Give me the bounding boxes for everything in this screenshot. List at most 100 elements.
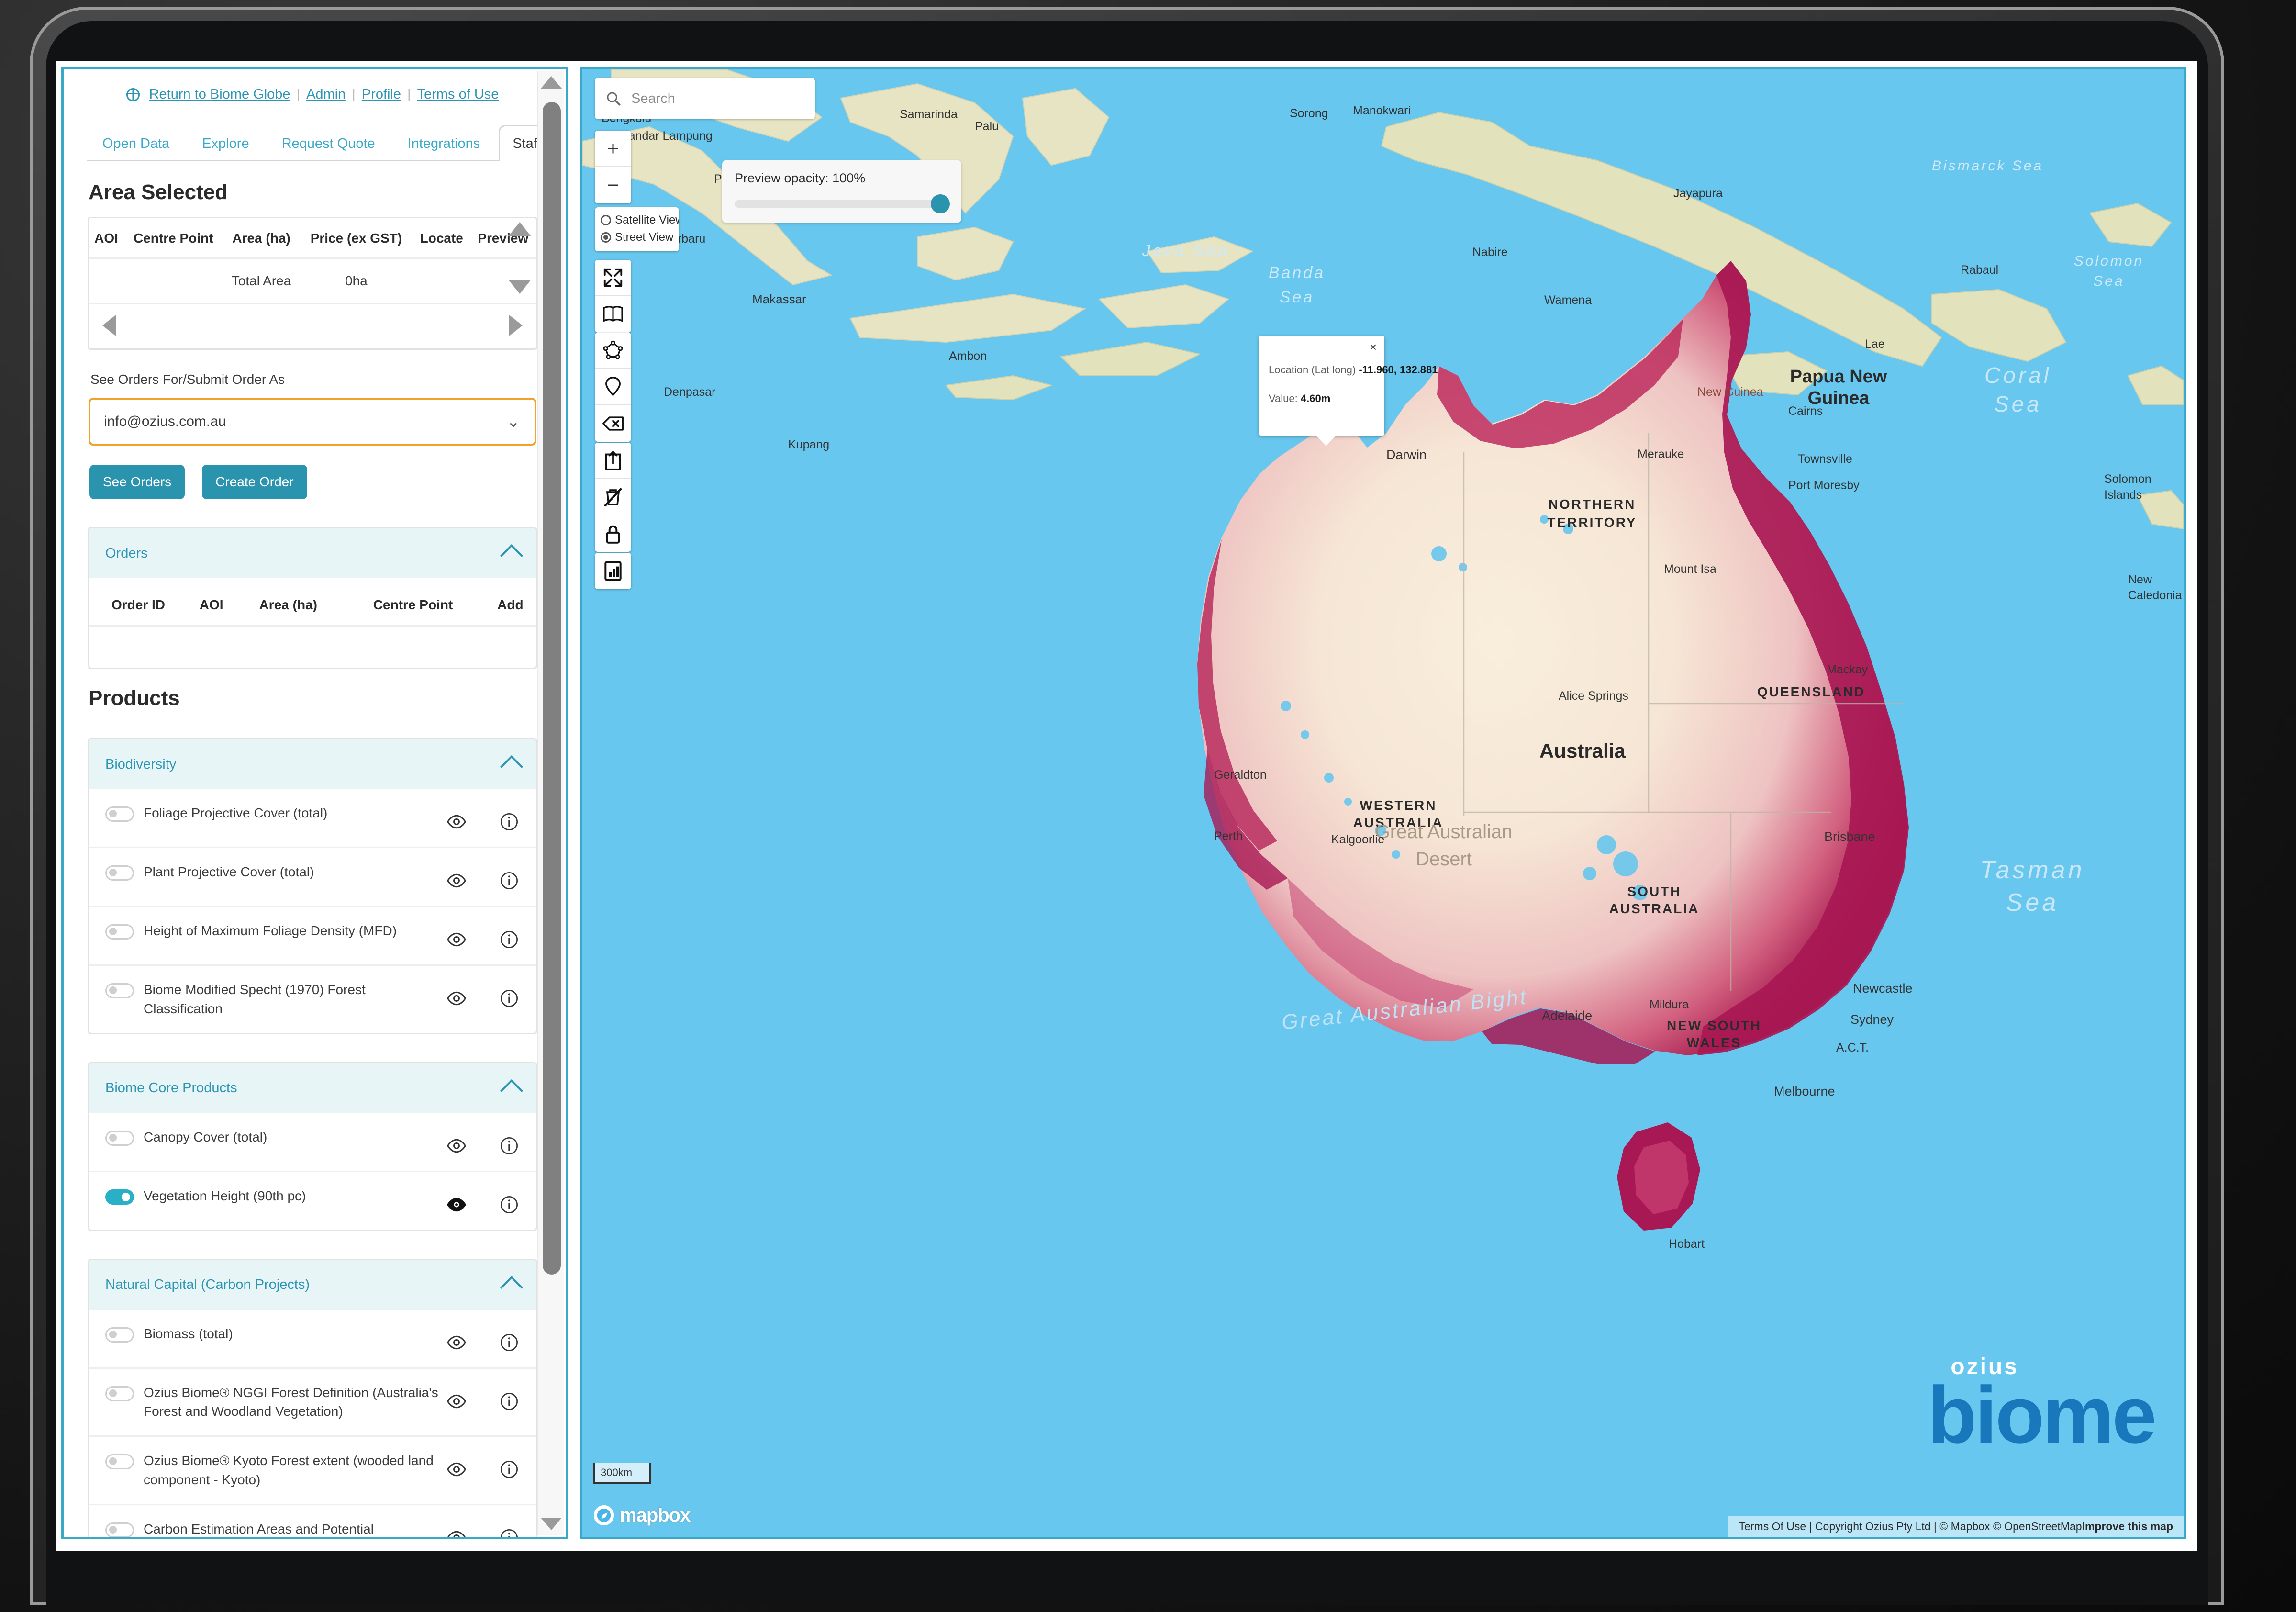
map-value-popup: × Location (Lat long) -11.960, 132.881 V… — [1259, 336, 1384, 436]
info-icon[interactable] — [499, 811, 520, 832]
create-order-button[interactable]: Create Order — [202, 465, 307, 499]
sidebar-scroll-pane[interactable]: Return to Biome Globe | Admin | Profile … — [64, 69, 566, 1537]
eye-icon[interactable] — [446, 870, 467, 891]
see-orders-button[interactable]: See Orders — [89, 465, 185, 499]
cell-blank-2 — [123, 258, 223, 304]
zoom-in-button[interactable]: + — [595, 131, 631, 167]
product-toggle-active[interactable] — [105, 1189, 134, 1205]
sidebar-scrollbar[interactable] — [537, 71, 564, 1535]
info-icon[interactable] — [499, 929, 520, 950]
terms-of-use-link[interactable]: Terms of Use — [417, 87, 499, 102]
product-group-header-biodiversity[interactable]: Biodiversity — [89, 739, 536, 789]
info-icon[interactable] — [499, 1194, 520, 1215]
scroll-down-icon[interactable] — [508, 280, 531, 294]
opacity-slider[interactable] — [735, 200, 949, 208]
list-item: Foliage Projective Cover (total) — [89, 789, 536, 848]
scroll-up-icon[interactable] — [508, 222, 531, 236]
product-toggle[interactable] — [105, 865, 134, 881]
eye-icon[interactable] — [446, 811, 467, 832]
info-icon[interactable] — [499, 870, 520, 891]
map-pane[interactable]: Samarinda Palu Palangka Raya Indonesia B… — [580, 67, 2186, 1539]
admin-link[interactable]: Admin — [306, 87, 346, 102]
info-icon[interactable] — [499, 1459, 520, 1480]
popup-value: 4.60m — [1301, 392, 1330, 404]
lock-icon[interactable] — [595, 515, 631, 552]
chevron-up-icon[interactable] — [500, 1276, 523, 1299]
tab-request-quote[interactable]: Request Quote — [268, 125, 394, 161]
radio-street-view[interactable]: Street View — [601, 230, 672, 245]
application-window: Return to Biome Globe | Admin | Profile … — [56, 61, 2197, 1551]
delete-shape-icon[interactable] — [595, 405, 631, 442]
chevron-up-icon[interactable] — [500, 1079, 523, 1102]
product-group-header-biome-core[interactable]: Biome Core Products — [89, 1063, 536, 1113]
eye-icon[interactable] — [446, 929, 467, 950]
product-toggle[interactable] — [105, 983, 134, 998]
chart-report-icon[interactable] — [595, 553, 631, 589]
chevron-up-icon[interactable] — [500, 544, 523, 567]
product-toggle[interactable] — [105, 1454, 134, 1469]
eye-icon[interactable] — [446, 1527, 467, 1537]
product-toggle[interactable] — [105, 1327, 134, 1343]
group-title: Biodiversity — [105, 757, 176, 772]
product-group-header-natural-capital[interactable]: Natural Capital (Carbon Projects) — [89, 1260, 536, 1310]
scroll-up-icon[interactable] — [541, 76, 562, 89]
group-title: Natural Capital (Carbon Projects) — [105, 1277, 310, 1293]
product-toggle[interactable] — [105, 1386, 134, 1401]
map-canvas[interactable]: Samarinda Palu Palangka Raya Indonesia B… — [582, 69, 2184, 1537]
orders-card-header[interactable]: Orders — [89, 528, 536, 578]
fullscreen-icon[interactable] — [595, 260, 631, 296]
scale-label: 300km — [601, 1466, 632, 1479]
mapbox-logo[interactable]: mapbox — [593, 1504, 690, 1526]
eye-icon[interactable] — [446, 1135, 467, 1156]
map-search-box[interactable]: Search — [595, 78, 815, 119]
opacity-slider-thumb[interactable] — [931, 194, 950, 213]
product-toggle[interactable] — [105, 924, 134, 940]
tab-explore[interactable]: Explore — [188, 125, 267, 161]
chevron-up-icon[interactable] — [500, 755, 523, 778]
info-icon[interactable] — [499, 1135, 520, 1156]
col-order-id: Order ID — [89, 578, 188, 626]
polygon-draw-icon[interactable] — [595, 333, 631, 369]
map-attribution: Terms Of Use | Copyright Ozius Pty Ltd |… — [1728, 1516, 2184, 1537]
return-to-biome-globe-link[interactable]: Return to Biome Globe — [149, 87, 290, 102]
product-toggle[interactable] — [105, 1522, 134, 1537]
tab-open-data[interactable]: Open Data — [89, 125, 188, 161]
improve-map-link[interactable]: Improve this map — [2082, 1520, 2173, 1533]
scroll-down-icon[interactable] — [541, 1518, 562, 1530]
product-toggle[interactable] — [105, 806, 134, 822]
book-icon[interactable] — [595, 296, 631, 333]
marker-pin-icon[interactable] — [595, 369, 631, 405]
radio-satellite-view[interactable]: Satellite View — [601, 213, 672, 227]
radio-icon[interactable] — [601, 215, 611, 225]
scrollbar-thumb[interactable] — [543, 102, 561, 1275]
eye-icon[interactable] — [446, 1391, 467, 1412]
popup-location-value: -11.960, 132.881 — [1359, 364, 1438, 376]
search-input-placeholder[interactable]: Search — [631, 91, 675, 107]
upload-icon[interactable] — [595, 443, 631, 479]
product-toggle[interactable] — [105, 1131, 134, 1146]
scroll-right-icon[interactable] — [509, 315, 523, 336]
info-icon[interactable] — [499, 1527, 520, 1537]
close-icon[interactable]: × — [1370, 340, 1377, 355]
eye-icon[interactable] — [446, 1459, 467, 1480]
eye-icon[interactable] — [446, 1332, 467, 1353]
radio-icon-selected[interactable] — [601, 232, 611, 243]
tab-integrations[interactable]: Integrations — [394, 125, 499, 161]
info-icon[interactable] — [499, 1332, 520, 1353]
col-price-ex-gst: Price (ex GST) — [300, 218, 413, 258]
basemap-switcher: Satellite View Street View — [595, 207, 679, 251]
eye-icon[interactable] — [446, 988, 467, 1009]
draw-tools — [595, 333, 631, 442]
trash-disabled-icon[interactable] — [595, 479, 631, 515]
link-separator-1: | — [297, 87, 301, 102]
order-email-select[interactable]: info@ozius.com.au ⌄ — [89, 398, 536, 446]
info-icon[interactable] — [499, 1391, 520, 1412]
scroll-left-icon[interactable] — [102, 315, 116, 336]
info-icon[interactable] — [499, 988, 520, 1009]
eye-icon-active[interactable] — [446, 1194, 467, 1215]
table-horizontal-scroll[interactable] — [89, 304, 536, 348]
zoom-out-button[interactable]: − — [595, 167, 631, 203]
profile-link[interactable]: Profile — [362, 87, 401, 102]
table-vertical-scroll[interactable] — [506, 222, 533, 294]
link-separator-2: | — [352, 87, 356, 102]
